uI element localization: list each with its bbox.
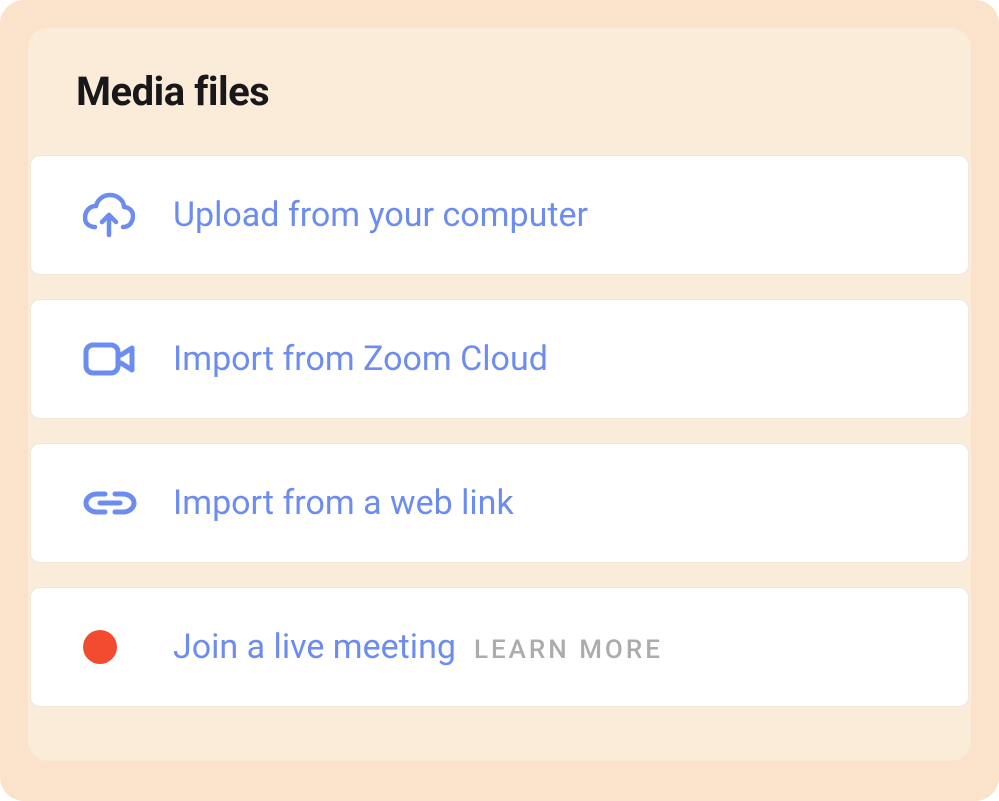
media-panel-outer: Media files Upload from your computer [0,0,999,801]
video-camera-icon [83,339,139,379]
option-zoom-label: Import from Zoom Cloud [173,339,548,379]
option-upload-label: Upload from your computer [173,195,588,235]
cloud-upload-icon [83,191,139,239]
option-live-meeting[interactable]: Join a live meeting LEARN MORE [30,587,969,707]
option-upload[interactable]: Upload from your computer [30,155,969,275]
option-weblink[interactable]: Import from a web link [30,443,969,563]
option-live-label: Join a live meeting [173,627,456,667]
learn-more-link[interactable]: LEARN MORE [474,635,663,665]
option-weblink-label: Import from a web link [173,483,514,523]
link-icon [83,488,139,518]
media-panel-inner: Media files Upload from your computer [28,28,971,761]
option-zoom[interactable]: Import from Zoom Cloud [30,299,969,419]
option-list: Upload from your computer Import from Zo… [28,155,971,707]
panel-title: Media files [76,68,971,115]
record-dot-icon [83,630,139,664]
